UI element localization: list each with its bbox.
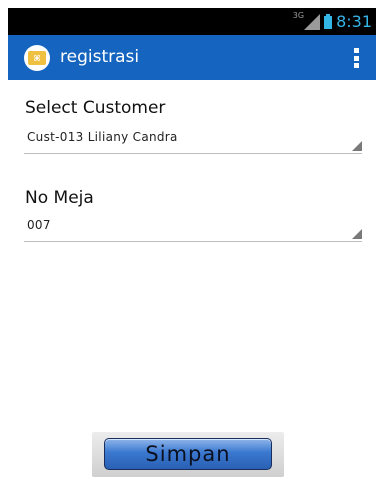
app-logo-mark: ⌘ xyxy=(28,51,46,65)
save-button[interactable]: Simpan xyxy=(104,438,272,470)
signal-icon xyxy=(304,13,321,30)
dropdown-arrow-icon xyxy=(352,141,362,151)
network-type: 3G xyxy=(292,11,305,20)
table-number-select[interactable]: 007 xyxy=(24,215,362,242)
action-bar: ⌘ registrasi xyxy=(8,35,376,80)
status-icons: 3G 8:31 xyxy=(293,8,372,35)
status-bar: 3G 8:31 xyxy=(8,8,376,35)
clock: 8:31 xyxy=(336,12,372,31)
page-title: registrasi xyxy=(60,47,140,67)
table-number-select-value: 007 xyxy=(27,218,51,232)
button-frame: Simpan xyxy=(92,432,284,477)
app-logo-icon[interactable]: ⌘ xyxy=(24,45,50,71)
battery-icon xyxy=(324,14,333,29)
customer-label: Select Customer xyxy=(25,98,166,118)
dropdown-arrow-icon xyxy=(352,229,362,239)
table-number-label: No Meja xyxy=(25,188,94,208)
overflow-menu-icon[interactable] xyxy=(352,48,360,68)
customer-select[interactable]: Cust-013 Liliany Candra xyxy=(24,127,362,154)
customer-select-value: Cust-013 Liliany Candra xyxy=(27,130,178,144)
